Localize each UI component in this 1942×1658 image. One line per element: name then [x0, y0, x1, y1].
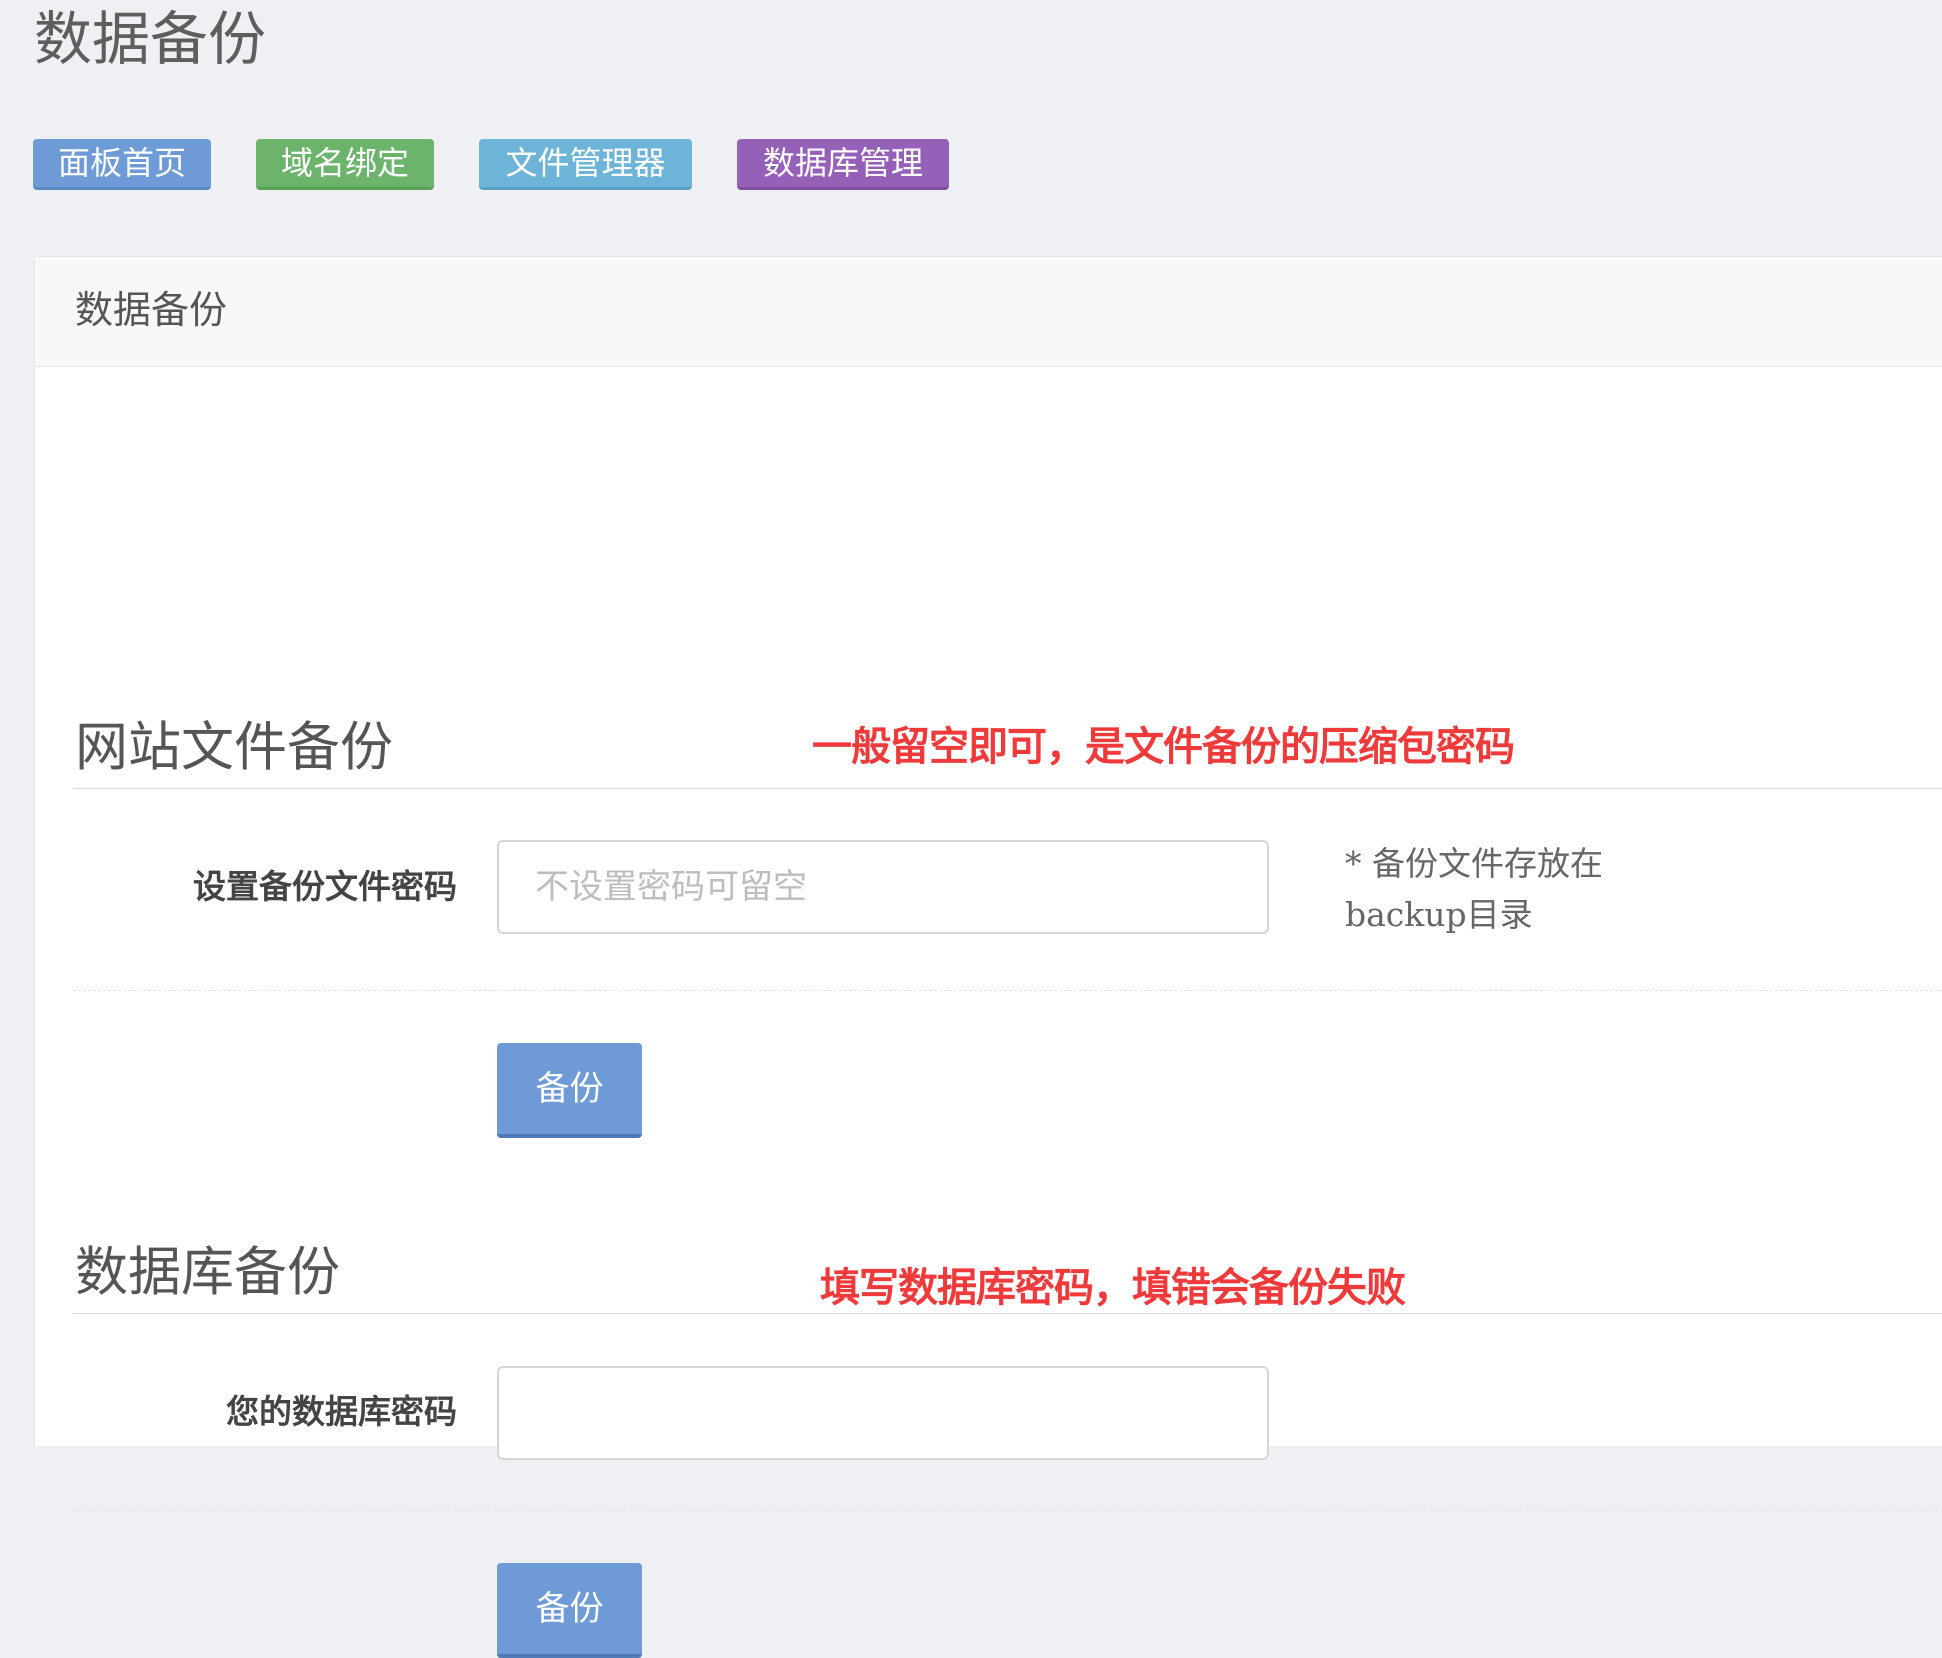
nav-button-domain-binding[interactable]: 域名绑定 [256, 139, 434, 190]
db-backup-section-title: 数据库备份 [75, 1242, 340, 1303]
file-backup-form-divider [73, 990, 1942, 991]
file-backup-section-title: 网站文件备份 [75, 717, 393, 778]
backup-location-help-text: * 备份文件存放在backup目录 [1345, 844, 1603, 934]
db-backup-annotation: 填写数据库密码，填错会备份失败 [820, 1265, 1406, 1311]
panel-title: 数据备份 [75, 288, 228, 332]
file-password-input[interactable] [497, 840, 1269, 934]
nav-button-database-manager[interactable]: 数据库管理 [737, 139, 949, 190]
db-backup-section-divider [73, 1313, 1942, 1314]
file-backup-annotation: 一般留空即可，是文件备份的压缩包密码 [812, 724, 1515, 770]
file-password-label: 设置备份文件密码 [193, 867, 457, 906]
backup-panel: 数据备份 网站文件备份 一般留空即可，是文件备份的压缩包密码 设置备份文件密码 … [34, 256, 1942, 1658]
file-backup-section-divider [73, 788, 1942, 789]
db-backup-button[interactable]: 备份 [497, 1563, 642, 1658]
nav-button-panel-home[interactable]: 面板首页 [33, 139, 211, 190]
db-backup-form-divider [73, 1510, 1942, 1511]
panel-header: 数据备份 [35, 257, 1942, 367]
nav-button-file-manager[interactable]: 文件管理器 [479, 139, 692, 190]
db-password-label: 您的数据库密码 [226, 1392, 457, 1431]
file-backup-button[interactable]: 备份 [497, 1043, 642, 1138]
page-title: 数据备份 [34, 5, 267, 73]
